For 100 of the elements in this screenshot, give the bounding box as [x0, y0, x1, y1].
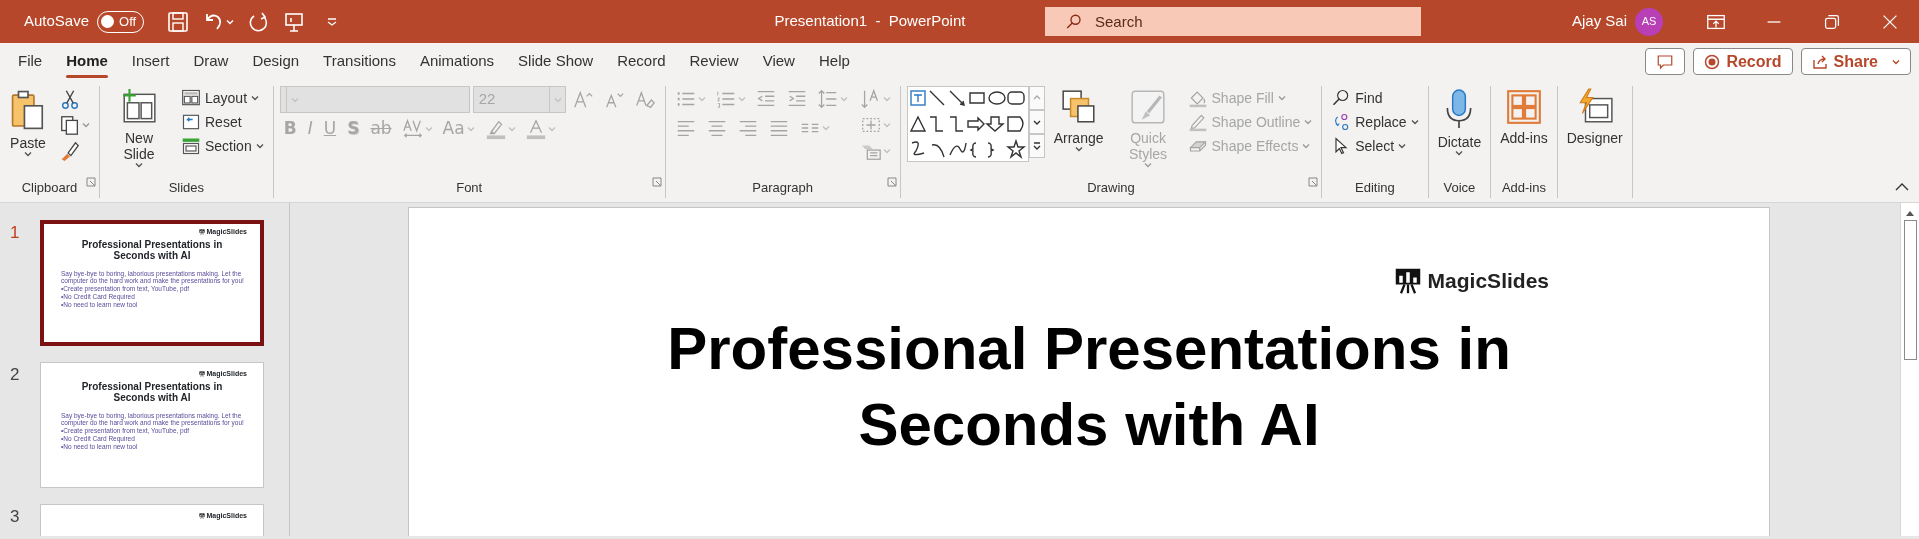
presentation-board-icon [198, 371, 205, 378]
slide-title: Professional Presentations in Seconds with AI [80, 238, 224, 262]
ribbon-tab[interactable]: Animations [407, 43, 507, 80]
slide-title: Professional Presentations in Seconds with AI [80, 380, 224, 404]
highlighter-icon [484, 118, 507, 140]
caret-icon [882, 96, 891, 102]
ribbon-button[interactable]: Layout [178, 86, 263, 110]
user-avatar[interactable]: AS [1635, 7, 1663, 36]
font-color-icon [524, 118, 547, 140]
caret-icon [737, 96, 746, 102]
group-label: Font [456, 179, 483, 197]
chevron-up-icon [1895, 182, 1909, 192]
ribbon-button[interactable]: Designer [1563, 86, 1626, 149]
ribbon-button[interactable]: Replace [1328, 110, 1422, 134]
caret-icon [1398, 143, 1407, 149]
ribbon-button[interactable]: Find [1328, 86, 1386, 110]
save-icon[interactable] [166, 9, 191, 34]
caret-icon [1304, 119, 1313, 125]
caret-icon [1302, 143, 1311, 149]
shapes-gallery[interactable] [907, 87, 1028, 161]
ribbon-tab[interactable]: Home [54, 43, 120, 80]
autosave-label: AutoSave [24, 11, 90, 32]
logo-text: MagicSlides [1427, 268, 1549, 294]
ribbon-tab[interactable]: Help [806, 43, 862, 80]
clear-formatting-icon [633, 88, 656, 111]
ribbon-tab[interactable]: Insert [119, 43, 182, 80]
ribbon-tab[interactable]: Review [677, 43, 751, 80]
caret-icon [697, 96, 706, 102]
group-label: Slides [168, 179, 205, 197]
ribbon-tab[interactable]: File [6, 43, 55, 80]
slide-title: Professional Presentations in [666, 313, 1512, 384]
ribbon-tab[interactable]: Design [240, 43, 312, 80]
ribbon-button[interactable]: Select [1328, 134, 1410, 158]
share-icon [1811, 53, 1828, 70]
presentation-board-icon [1393, 266, 1422, 295]
caret-icon [882, 122, 891, 128]
caret-icon [226, 18, 235, 25]
paintbrush-icon [1129, 88, 1168, 126]
caret-icon [507, 126, 516, 132]
launcher-icon [651, 176, 662, 187]
ribbon-button[interactable]: Dictate [1434, 86, 1485, 159]
scroll-up-icon[interactable] [1905, 209, 1915, 217]
comments-button[interactable] [1645, 48, 1686, 75]
ribbon-button[interactable]: Reset [178, 110, 245, 134]
search-field[interactable]: Search [1045, 7, 1421, 36]
ribbon-tab[interactable]: Draw [181, 43, 241, 80]
layout-icon [181, 88, 201, 108]
slide-number: 2 [10, 364, 21, 386]
caret-icon [255, 143, 264, 149]
group-label: Drawing [1087, 179, 1135, 197]
slide-number: 1 [10, 222, 21, 244]
ribbon-button[interactable]: Add-ins [1497, 86, 1551, 149]
line-spacing-icon [816, 88, 839, 110]
group-label: Clipboard [21, 179, 78, 197]
caret-icon [1144, 162, 1153, 169]
caret-icon [553, 96, 562, 103]
caret-icon [547, 126, 556, 132]
caret-icon [251, 95, 260, 101]
comment-icon [1656, 52, 1675, 71]
ribbon-button[interactable]: Arrange [1050, 86, 1107, 155]
share-button[interactable]: Share [1800, 48, 1911, 75]
pen-icon [1187, 112, 1208, 132]
launcher-icon [1308, 176, 1319, 187]
ribbon-tab[interactable]: Slide Show [506, 43, 606, 80]
character-spacing-icon [401, 118, 424, 140]
arrange-icon [1059, 88, 1098, 126]
section-icon [181, 136, 201, 156]
ribbon-tab[interactable]: Record [605, 43, 678, 80]
caret-icon [1455, 150, 1464, 157]
ribbon-button[interactable]: New Slide [106, 86, 172, 171]
group-label: Add-ins [1501, 179, 1546, 197]
caret-icon [1410, 119, 1419, 125]
slide-number: 3 [10, 506, 21, 528]
record-button[interactable]: Record [1693, 48, 1793, 75]
copy-icon [59, 114, 81, 136]
reset-icon [181, 112, 201, 132]
search-icon [1065, 13, 1083, 31]
ribbon-button[interactable]: Paste [6, 86, 50, 159]
launcher-icon [86, 176, 96, 187]
caret-icon [882, 148, 891, 154]
caret-icon [24, 150, 32, 157]
caret-icon [1277, 95, 1286, 101]
scrollbar-thumb[interactable] [1903, 220, 1917, 360]
caret-icon [466, 126, 475, 132]
ribbon-tab[interactable]: View [750, 43, 807, 80]
caret-icon [290, 96, 299, 103]
customize-toolbar-icon[interactable] [326, 16, 339, 27]
caret-icon [135, 162, 143, 169]
grid-icon [1504, 88, 1543, 126]
caret-icon [424, 126, 433, 132]
group-label: Paragraph [752, 179, 814, 197]
group-label: Editing [1355, 179, 1395, 197]
record-icon [1704, 53, 1721, 70]
ribbon-tab[interactable]: Transitions [311, 43, 408, 80]
user-name: Ajay Sai [1571, 11, 1627, 32]
vertical-scrollbar[interactable] [1900, 203, 1919, 536]
ribbon-button[interactable]: Section [178, 134, 267, 158]
presentation-board-icon [198, 513, 205, 520]
slide-thumbnail[interactable] [40, 220, 264, 346]
presentation-board-icon [198, 229, 205, 236]
